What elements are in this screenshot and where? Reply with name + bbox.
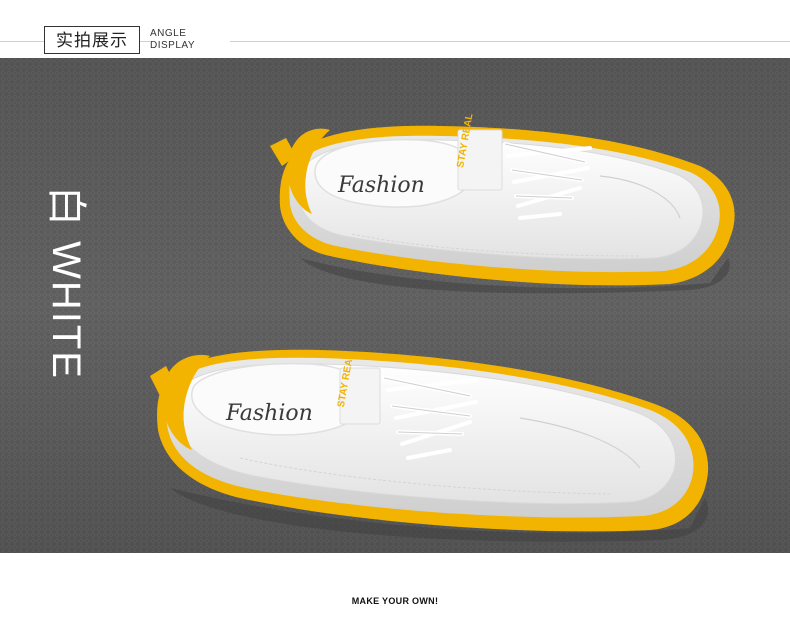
subtitle-line-1: ANGLE — [150, 28, 187, 39]
page-header: 实拍展示 ANGLE DISPLAY — [0, 0, 790, 58]
product-photo: Fashion STAY REAL Fashion STAY REAL 白 WH… — [0, 58, 790, 553]
page-footer: MAKE YOUR OWN! — [0, 553, 790, 631]
subtitle-line-2: DISPLAY — [150, 40, 195, 51]
section-subtitle: ANGLE DISPLAY — [150, 28, 230, 52]
bottom-insole-text: Fashion — [225, 401, 313, 426]
color-label: 白 WHITE — [44, 186, 88, 380]
section-title: 实拍展示 — [44, 26, 140, 54]
tagline: MAKE YOUR OWN! — [351, 596, 439, 606]
top-insole-text: Fashion — [337, 173, 425, 198]
shoe-photo-illustration: Fashion STAY REAL Fashion STAY REAL — [0, 58, 790, 553]
